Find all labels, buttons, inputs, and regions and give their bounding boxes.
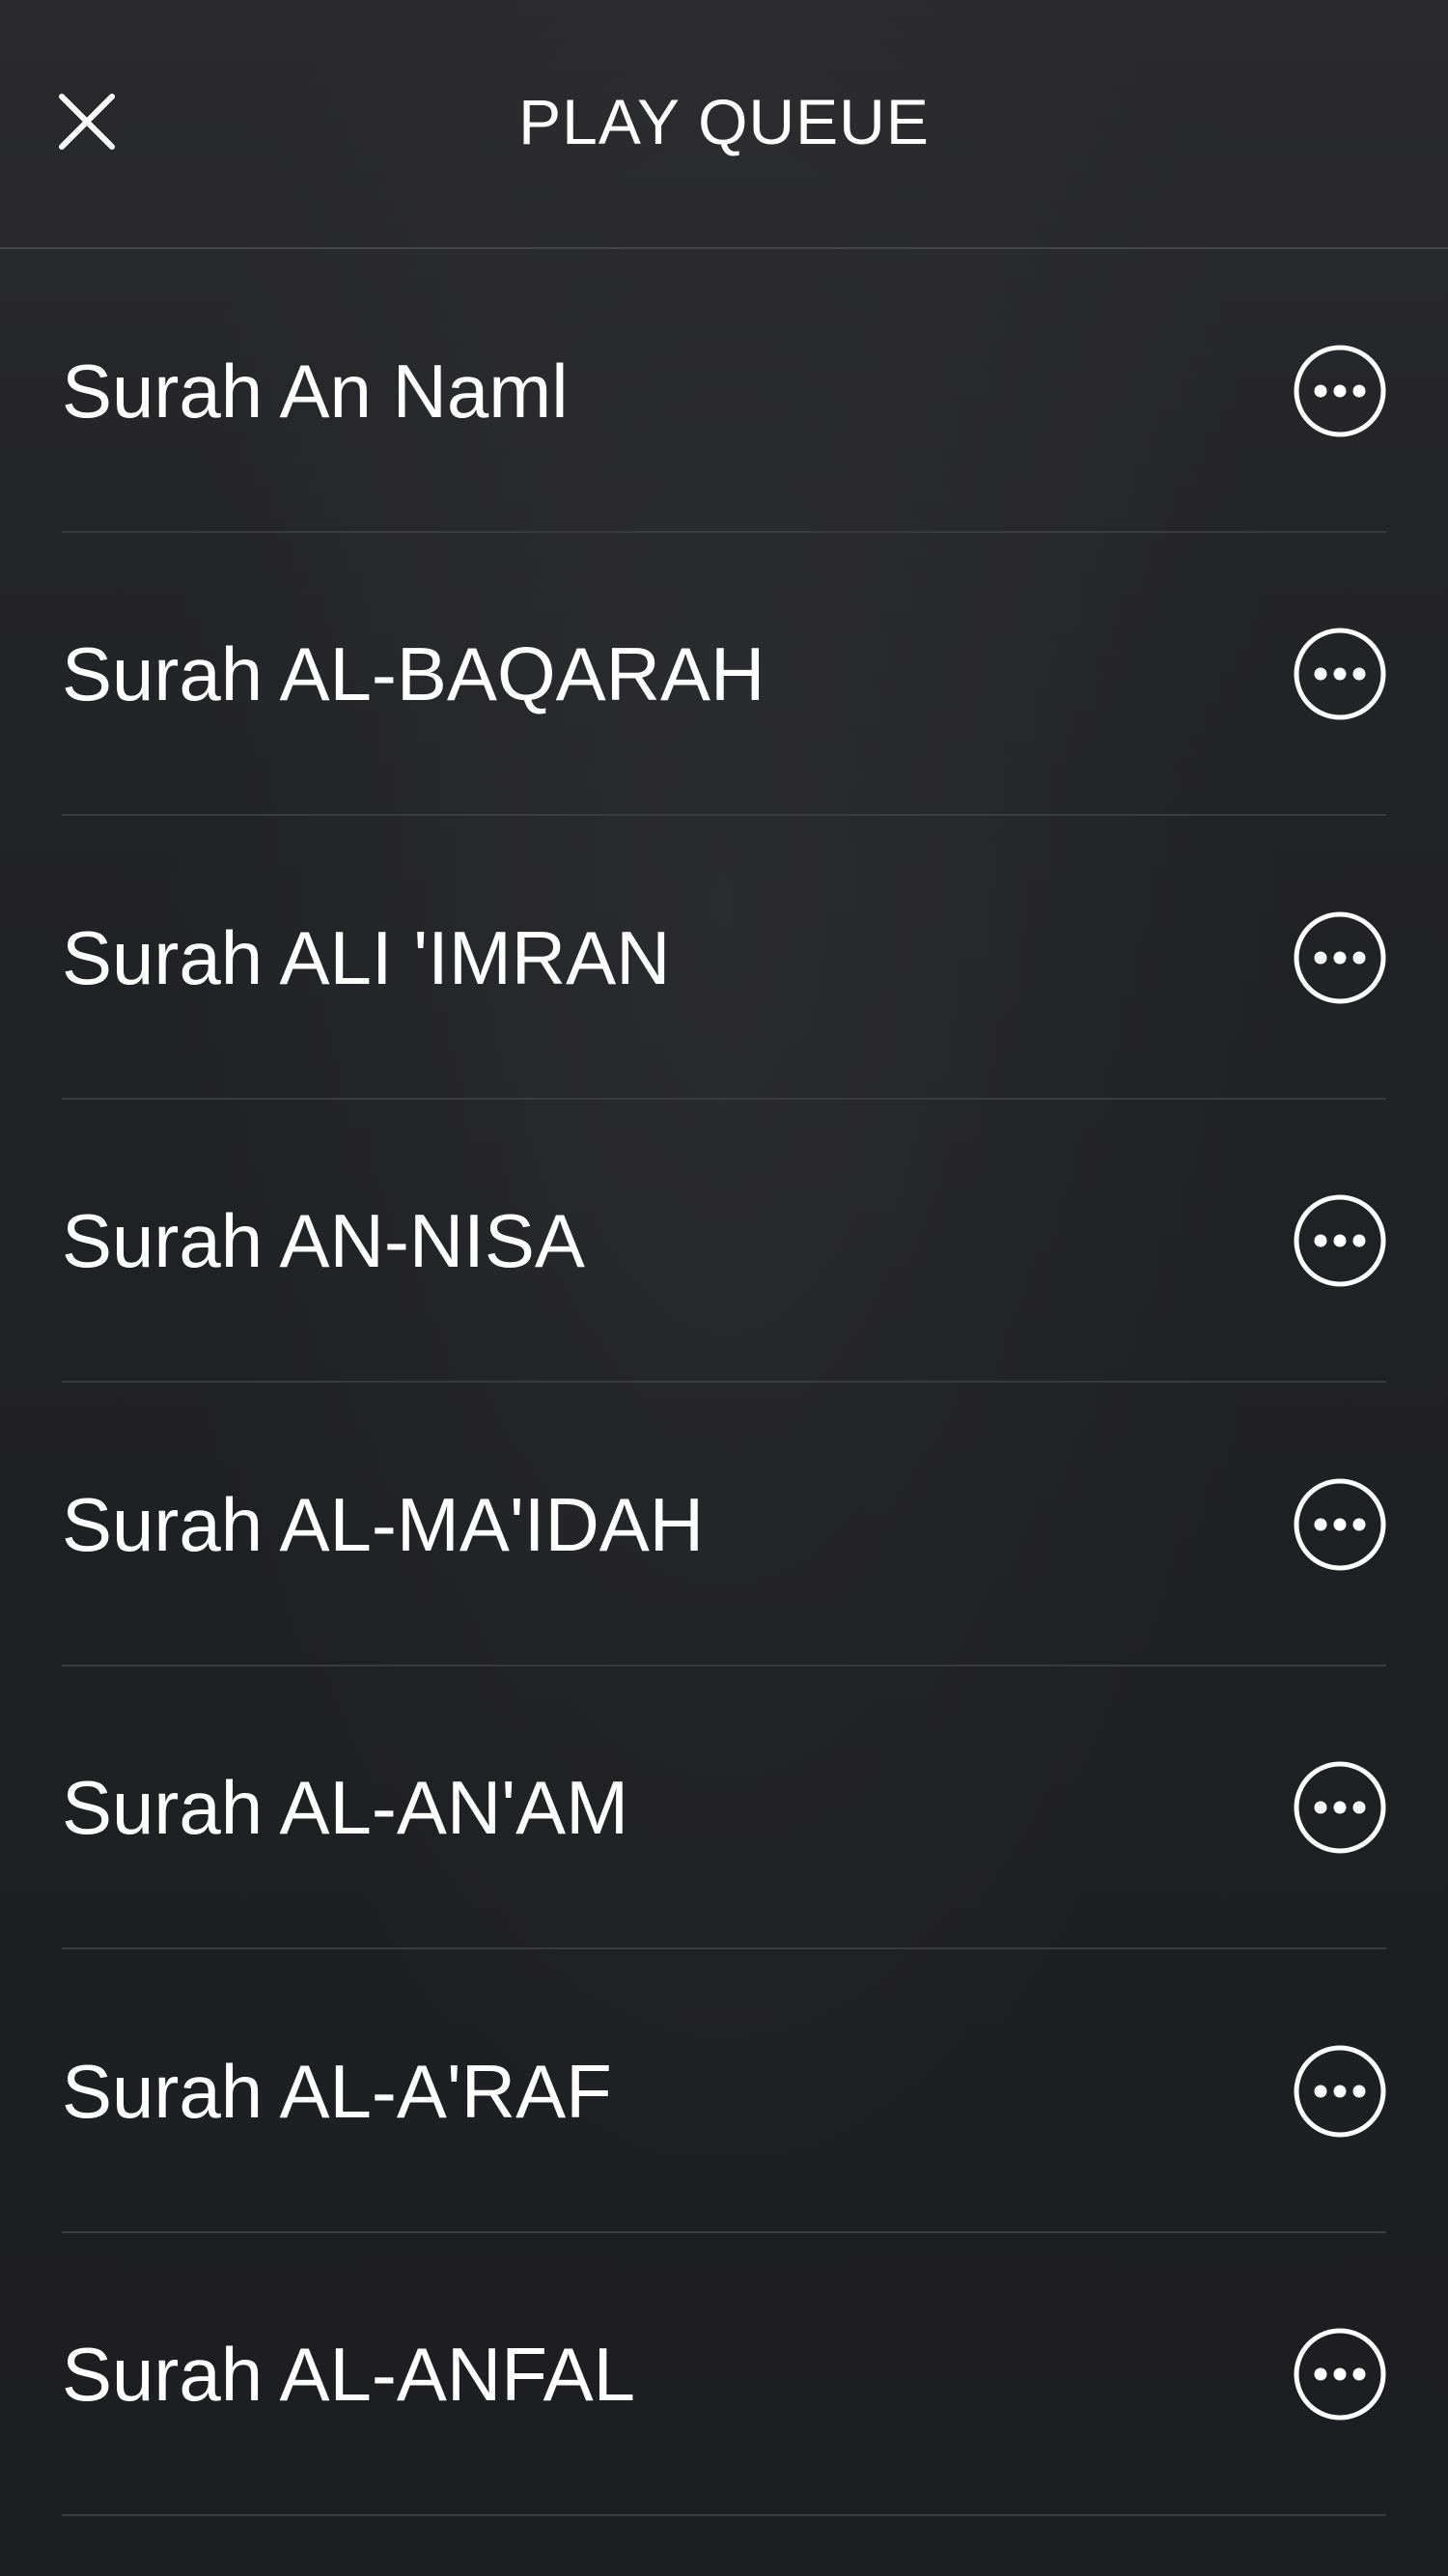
more-options-icon xyxy=(1292,910,1388,1006)
page-title: PLAY QUEUE xyxy=(518,86,930,157)
more-options-button[interactable] xyxy=(1292,1759,1388,1856)
more-options-icon xyxy=(1292,343,1388,439)
queue-item[interactable]: Surah AL-AN'AM xyxy=(0,1666,1448,1950)
queue-item-title: Surah AL-MA'IDAH xyxy=(62,1481,705,1567)
more-options-icon xyxy=(1292,1476,1388,1573)
queue-item[interactable]: Surah AL-ANFAL xyxy=(0,2233,1448,2517)
play-queue-list: Surah An Naml Surah AL-BAQARAH Surah ALI… xyxy=(0,249,1448,2516)
queue-item[interactable]: Surah AL-A'RAF xyxy=(0,1949,1448,2233)
more-options-icon xyxy=(1292,626,1388,722)
queue-item[interactable]: Surah AL-BAQARAH xyxy=(0,533,1448,817)
queue-item-title: Surah AL-A'RAF xyxy=(62,2048,612,2134)
queue-item-title: Surah AL-AN'AM xyxy=(62,1765,629,1851)
more-options-icon xyxy=(1292,2043,1388,2140)
more-options-button[interactable] xyxy=(1292,2043,1388,2140)
queue-item[interactable]: Surah AN-NISA xyxy=(0,1100,1448,1384)
queue-item-title: Surah ALI 'IMRAN xyxy=(62,914,671,1000)
queue-item[interactable]: Surah ALI 'IMRAN xyxy=(0,816,1448,1100)
more-options-button[interactable] xyxy=(1292,1476,1388,1573)
queue-item[interactable]: Surah An Naml xyxy=(0,249,1448,533)
queue-item[interactable]: Surah AL-MA'IDAH xyxy=(0,1383,1448,1666)
queue-item-title: Surah AL-BAQARAH xyxy=(62,631,766,717)
more-options-icon xyxy=(1292,1192,1388,1289)
more-options-button[interactable] xyxy=(1292,910,1388,1006)
more-options-button[interactable] xyxy=(1292,626,1388,722)
queue-item-title: Surah AL-ANFAL xyxy=(62,2332,635,2418)
more-options-button[interactable] xyxy=(1292,2326,1388,2422)
more-options-button[interactable] xyxy=(1292,343,1388,439)
queue-item-title: Surah AN-NISA xyxy=(62,1198,585,1284)
more-options-icon xyxy=(1292,1759,1388,1856)
more-options-icon xyxy=(1292,2326,1388,2422)
more-options-button[interactable] xyxy=(1292,1192,1388,1289)
header: PLAY QUEUE xyxy=(0,0,1448,249)
queue-item-title: Surah An Naml xyxy=(62,348,569,434)
